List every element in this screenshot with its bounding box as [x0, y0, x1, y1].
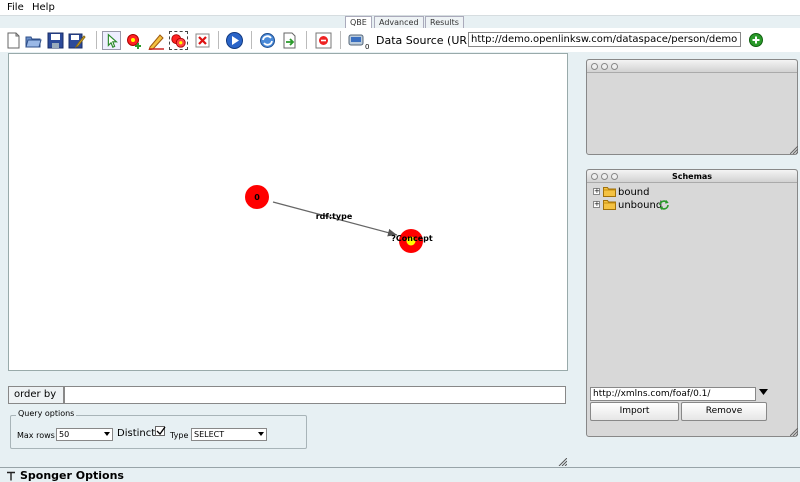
folder-icon: [603, 187, 616, 197]
order-by-button[interactable]: order by: [8, 386, 64, 404]
data-source-url-input[interactable]: [468, 32, 741, 47]
import-button[interactable]: Import: [590, 402, 679, 421]
distinct-checkbox[interactable]: [155, 426, 166, 436]
query-graph: rdf:type 0 ?Concept: [245, 185, 433, 253]
toolbar-separator: [218, 31, 219, 49]
query-graph-canvas[interactable]: rdf:type 0 ?Concept: [8, 53, 568, 371]
order-by-input[interactable]: [64, 386, 566, 404]
query-options-legend: Query options: [16, 409, 77, 418]
add-data-source-icon[interactable]: [749, 33, 763, 47]
export-icon[interactable]: [280, 31, 299, 50]
window-close-icon[interactable]: [591, 63, 598, 70]
namespace-input[interactable]: [590, 387, 756, 401]
toolbar-separator: [306, 31, 307, 49]
draw-edge-icon[interactable]: [147, 31, 166, 50]
properties-panel: [586, 59, 798, 155]
tree-item-bound[interactable]: bound: [618, 187, 650, 198]
tab-results[interactable]: Results: [425, 16, 464, 28]
type-label: Type: [170, 431, 189, 440]
tab-advanced[interactable]: Advanced: [374, 16, 424, 28]
resize-grip-icon[interactable]: [790, 146, 798, 154]
data-source-label: Data Source (URL):: [376, 34, 482, 47]
max-rows-select[interactable]: 50: [56, 428, 113, 441]
schemas-title: Schemas: [671, 172, 713, 181]
clear-graph-icon[interactable]: [314, 31, 333, 50]
svg-text:0: 0: [365, 43, 369, 50]
window-maximize-icon[interactable]: [611, 63, 618, 70]
tree-item-unbound[interactable]: unbound: [618, 200, 662, 211]
sponger-options-label: Sponger Options: [20, 469, 124, 482]
add-group-icon[interactable]: [169, 31, 188, 50]
chevron-down-icon: [258, 432, 264, 436]
window-minimize-icon[interactable]: [601, 63, 608, 70]
menu-file[interactable]: File: [7, 2, 24, 13]
run-icon[interactable]: [225, 31, 244, 50]
refresh-icon[interactable]: [658, 199, 670, 211]
data-source-icon[interactable]: 0: [346, 31, 370, 50]
toolbar-separator: [96, 31, 97, 49]
select-pointer-icon[interactable]: [102, 31, 121, 50]
add-node-icon[interactable]: [125, 31, 144, 50]
panel-titlebar[interactable]: [587, 60, 797, 73]
tab-qbe[interactable]: QBE: [345, 16, 372, 28]
expand-icon[interactable]: +: [593, 188, 600, 195]
new-file-icon[interactable]: [4, 31, 23, 50]
expand-icon[interactable]: +: [593, 201, 600, 208]
menu-bar: File Help: [0, 0, 800, 16]
edge-label: rdf:type: [316, 212, 353, 221]
query-type-value: SELECT: [194, 430, 225, 439]
menu-help[interactable]: Help: [32, 2, 55, 13]
open-folder-icon[interactable]: [24, 31, 43, 50]
max-rows-value: 50: [59, 430, 70, 439]
save-icon[interactable]: [46, 31, 65, 50]
toolbar-separator: [251, 31, 252, 49]
save-as-icon[interactable]: [67, 31, 86, 50]
resize-grip-icon[interactable]: [558, 458, 567, 466]
graph-node-subject[interactable]: 0: [245, 185, 269, 209]
delete-icon[interactable]: [193, 31, 212, 50]
max-rows-label: Max rows: [17, 431, 55, 440]
remove-button[interactable]: Remove: [681, 402, 767, 421]
query-type-select[interactable]: SELECT: [191, 428, 267, 441]
refresh-icon[interactable]: [258, 31, 277, 50]
chevron-down-icon[interactable]: [759, 389, 768, 395]
toolbar-separator: [340, 31, 341, 49]
graph-node-concept[interactable]: ?Concept: [391, 229, 433, 253]
check-icon: [156, 426, 166, 436]
collapse-toggle-icon[interactable]: [6, 471, 16, 481]
distinct-label: Distinct: [117, 428, 156, 439]
folder-icon: [603, 200, 616, 210]
node-label: 0: [254, 193, 260, 202]
node-label: ?Concept: [391, 234, 433, 243]
chevron-down-icon: [104, 432, 110, 436]
resize-grip-icon[interactable]: [790, 428, 798, 436]
